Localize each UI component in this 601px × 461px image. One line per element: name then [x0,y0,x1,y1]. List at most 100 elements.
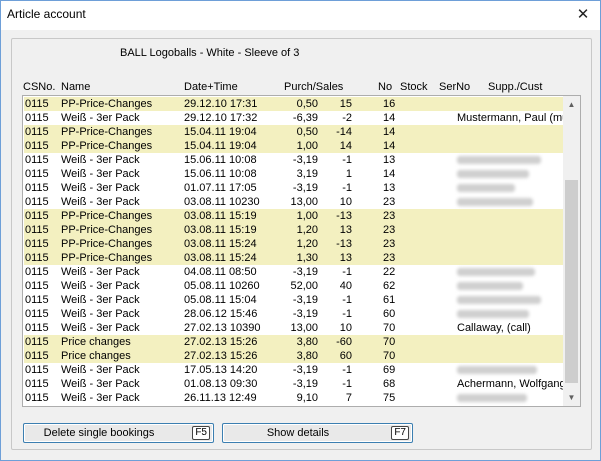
table-row[interactable]: 0115 Weiß - 3er Pack 27.02.13 10390 13,00 10… [24,321,563,335]
cell-datetime: 15.04.11 19:04 [184,126,257,138]
table-row[interactable]: 0115 Weiß - 3er Pack 15.06.11 10:08 -3,19 -1… [24,153,563,167]
cell-no: 68 [383,378,396,390]
redacted-customer [457,296,541,304]
cell-csno: 0115 [25,350,49,362]
cell-csno: 0115 [25,336,49,348]
vertical-scrollbar[interactable]: ▲ ▼ [563,96,580,406]
cell-sales: 40 [339,280,352,292]
cell-name: Weiß - 3er Pack [61,168,140,180]
cell-name: Weiß - 3er Pack [61,364,140,376]
cell-name: Price changes [61,336,131,348]
redacted-customer [457,198,533,206]
table-row[interactable]: 0115 Price changes 27.02.13 15:26 3,80 -60 70 [24,335,563,349]
close-icon[interactable]: ✕ [566,1,600,30]
cell-sales: -14 [336,126,352,138]
table-row[interactable]: 0115 Weiß - 3er Pack 03.08.11 10230 13,00 10… [24,195,563,209]
cell-no: 22 [383,266,396,278]
cell-name: Weiß - 3er Pack [61,182,140,194]
cell-name: PP-Price-Changes [61,238,153,250]
cell-purchase: 0,50 [296,98,318,110]
table-row[interactable]: 0115 PP-Price-Changes 03.08.11 15:19 1,20 13… [24,223,563,237]
table-row[interactable]: 0115 Weiß - 3er Pack 15.06.11 10:08 3,19 1 14 [24,167,563,181]
cell-no: 70 [383,336,396,348]
redacted-customer [457,184,515,192]
table-row[interactable]: 0115 PP-Price-Changes 15.04.11 19:04 0,50 -1… [24,125,563,139]
table-row[interactable]: 0115 Weiß - 3er Pack 29.12.10 17:32 -6,39 -2… [24,111,568,125]
table-row[interactable]: 0115 Price changes 27.02.13 15:26 3,80 60 70 [24,349,563,363]
cell-purchase: -6,39 [292,112,318,124]
article-account-window: Article account ✕ BALL Logoballs - White… [0,0,601,461]
table-row[interactable]: 0115 PP-Price-Changes 03.08.11 15:24 1,30 13… [24,251,563,265]
cell-csno: 0115 [25,266,49,278]
cell-purchase: 1,00 [296,210,318,222]
cell-sales: 7 [345,392,352,404]
cell-csno: 0115 [25,112,49,124]
cell-datetime: 17.05.13 14:20 [184,364,258,376]
cell-csno: 0115 [25,126,49,138]
cell-no: 23 [383,224,396,236]
header-datetime: Date+Time [184,81,238,93]
cell-purchase: 3,80 [296,350,318,362]
cell-sales: -1 [342,266,352,278]
cell-no: 61 [383,294,396,306]
cell-datetime: 03.08.11 15:24 [184,238,257,250]
cell-csno: 0115 [25,378,49,390]
redacted-customer [457,282,523,290]
redacted-customer [457,394,527,402]
cell-name: Weiß - 3er Pack [61,294,140,306]
cell-purchase: -3,19 [292,266,318,278]
cell-name: Weiß - 3er Pack [61,112,140,124]
cell-sales: 10 [339,196,352,208]
cell-datetime: 03.08.11 10230 [184,196,260,208]
cell-datetime: 27.02.13 15:26 [184,350,258,362]
table-row[interactable]: 0115 PP-Price-Changes 03.08.11 15:24 1,20 -1… [24,237,563,251]
table-row[interactable]: 0115 Weiß - 3er Pack 05.08.11 15:04 -3,19 -1… [24,293,563,307]
cell-no: 23 [383,210,396,222]
delete-single-bookings-button[interactable]: Delete single bookings F5 [23,423,214,443]
cell-name: PP-Price-Changes [61,98,153,110]
cell-sales: -1 [342,364,352,376]
table-row[interactable]: 0115 PP-Price-Changes 29.12.10 17:31 0,50 15… [24,97,563,111]
article-label: BALL Logoballs - White - Sleeve of 3 [120,47,300,59]
cell-sales: -1 [342,308,352,320]
redacted-customer [457,366,537,374]
cell-purchase: 9,10 [296,392,318,404]
table-row[interactable]: 0115 Weiß - 3er Pack 17.05.13 14:20 -3,19 -1… [24,363,563,377]
cell-supp-cust: Mustermann, Paul (mu [457,112,569,124]
cell-purchase: -3,19 [292,154,318,166]
table-row[interactable]: 0115 PP-Price-Changes 03.08.11 15:19 1,00 -1… [24,209,563,223]
cell-csno: 0115 [25,322,49,334]
table-row[interactable]: 0115 Weiß - 3er Pack 05.08.11 10260 52,00 40… [24,279,563,293]
cell-csno: 0115 [25,98,49,110]
column-headers: CSNo. Name Date+Time Purch/Sales No Stoc… [23,81,583,94]
table-row[interactable]: 0115 Weiß - 3er Pack 04.08.11 08:50 -3,19 -1… [24,265,563,279]
table-row[interactable]: 0115 Weiß - 3er Pack 28.06.12 15:46 -3,19 -1… [24,307,563,321]
cell-no: 14 [383,112,396,124]
cell-sales: 15 [339,98,352,110]
table-row[interactable]: 0115 PP-Price-Changes 15.04.11 19:04 1,00 14… [24,139,563,153]
cell-datetime: 05.08.11 10260 [184,280,260,292]
cell-csno: 0115 [25,210,49,222]
scroll-thumb[interactable] [565,180,578,383]
window-title: Article account [7,7,86,21]
cell-name: Weiß - 3er Pack [61,266,140,278]
cell-csno: 0115 [25,280,49,292]
cell-sales: 1 [345,168,352,180]
cell-datetime: 01.07.11 17:05 [184,182,257,194]
table-row[interactable]: 0115 Weiß - 3er Pack 01.07.11 17:05 -3,19 -1… [24,181,563,195]
cell-datetime: 03.08.11 15:19 [184,210,257,222]
cell-name: Weiß - 3er Pack [61,308,140,320]
cell-csno: 0115 [25,168,49,180]
cell-sales: 60 [339,350,352,362]
redacted-customer [457,268,535,276]
bookings-list[interactable]: 0115 PP-Price-Changes 29.12.10 17:31 0,50 15… [22,95,581,407]
table-row[interactable]: 0115 Weiß - 3er Pack 01.08.13 09:30 -3,19 -1… [24,377,566,391]
cell-purchase: 3,19 [296,168,318,180]
header-csno: CSNo. [23,81,56,93]
cell-name: PP-Price-Changes [61,224,153,236]
table-row[interactable]: 0115 Weiß - 3er Pack 26.11.13 12:49 9,10 7 75 [24,391,563,405]
show-details-button[interactable]: Show details F7 [222,423,413,443]
scroll-up-icon[interactable]: ▲ [563,96,580,113]
scroll-down-icon[interactable]: ▼ [563,389,580,406]
cell-csno: 0115 [25,182,49,194]
